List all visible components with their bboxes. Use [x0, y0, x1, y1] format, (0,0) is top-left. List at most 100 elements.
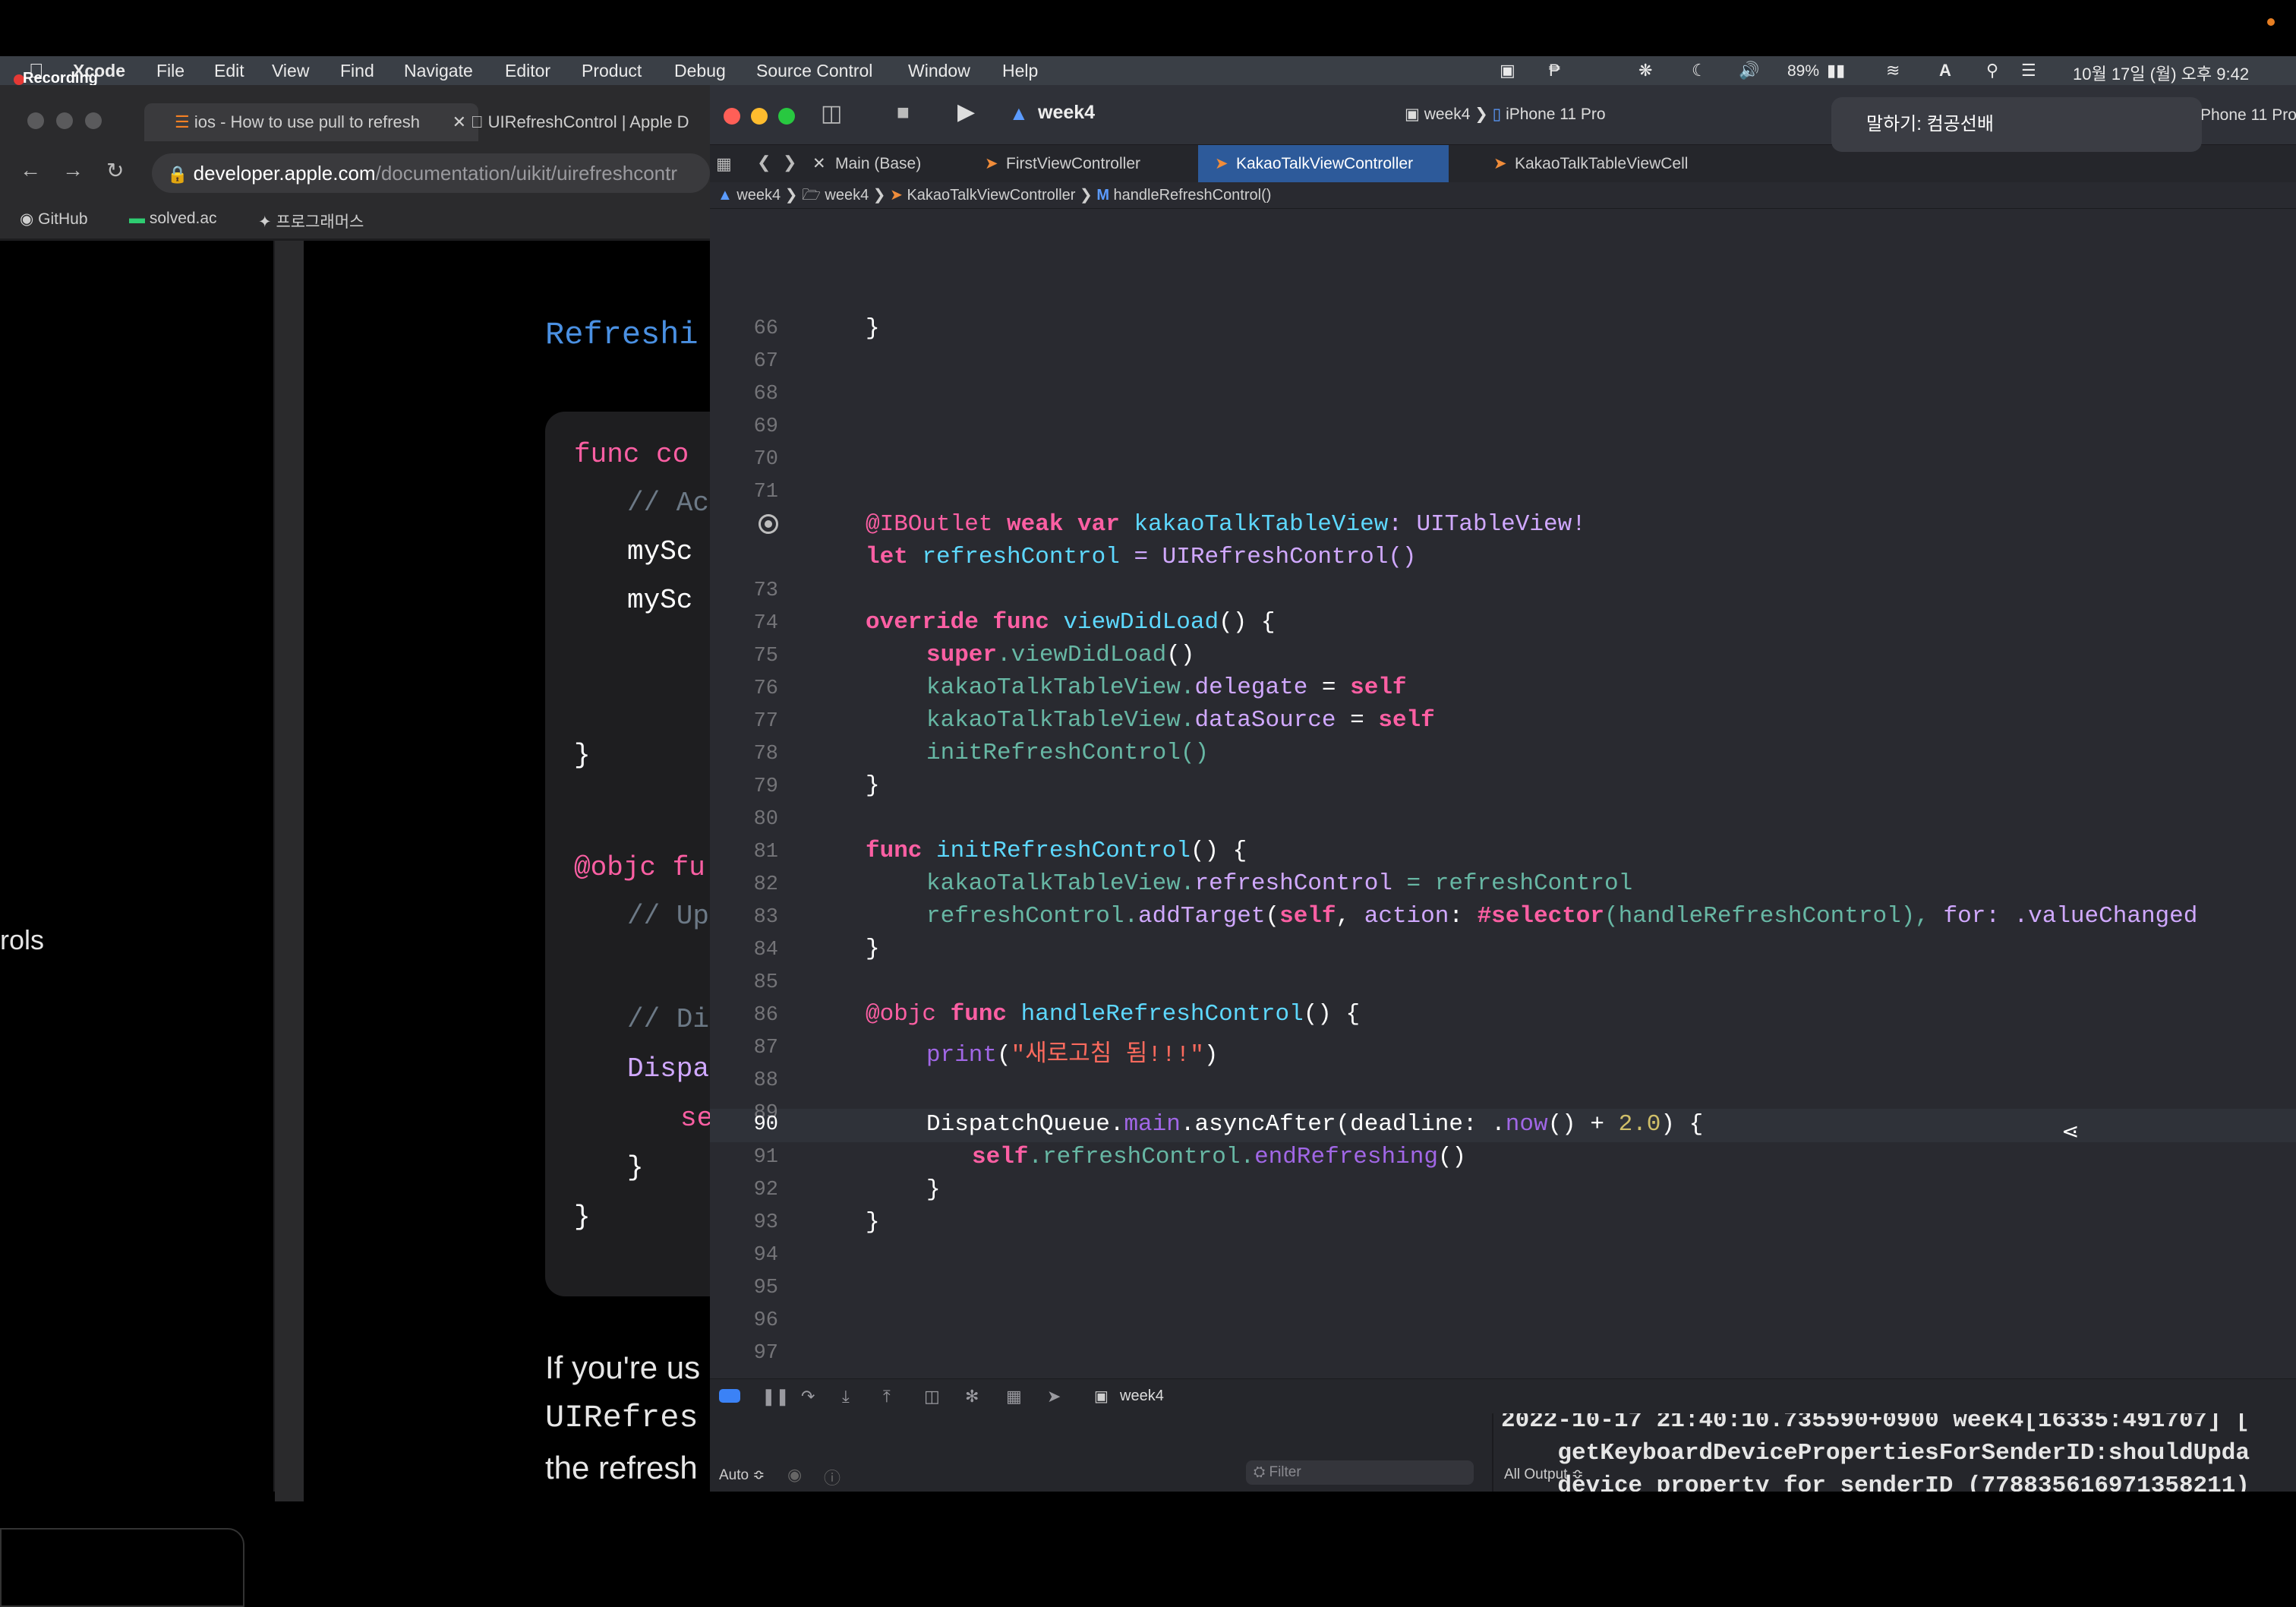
- auto-selector[interactable]: Auto ≎: [719, 1467, 765, 1484]
- nav-back-icon[interactable]: ❮: [757, 153, 771, 172]
- moon-icon[interactable]: ☾: [1692, 61, 1707, 81]
- close-icon[interactable]: ✕: [453, 103, 466, 141]
- step-out-icon[interactable]: ⤒: [883, 1387, 891, 1407]
- menu-editor[interactable]: Editor: [505, 61, 550, 81]
- code-line: refreshControl.addTarget(self, action: #…: [926, 903, 2197, 930]
- doc-code-line: func co: [574, 439, 689, 470]
- pause-icon[interactable]: ❚❚: [762, 1387, 790, 1407]
- memory-graph-icon[interactable]: ✻: [965, 1387, 979, 1407]
- menu-bar:  Recording Xcode File Edit View Find Na…: [0, 56, 2296, 87]
- forward-arrow-icon[interactable]: →: [62, 158, 84, 182]
- browser-zoom-button[interactable]: [85, 112, 102, 129]
- code-editor[interactable]: 66 67 68 69 70 71 73 74 75 76 77 78 79 8…: [710, 209, 2296, 1378]
- menu-product[interactable]: Product: [582, 61, 642, 81]
- menu-source-control[interactable]: Source Control: [756, 61, 872, 81]
- wifi-icon[interactable]: ≋: [1886, 61, 1900, 81]
- run-icon[interactable]: ▶: [957, 99, 975, 125]
- sidebar-text: rols: [0, 924, 45, 955]
- chevron-right-icon: ❯: [784, 187, 803, 204]
- step-over-icon[interactable]: ↷: [801, 1387, 815, 1407]
- menu-debug[interactable]: Debug: [674, 61, 726, 81]
- jump-bar-item[interactable]: week4: [736, 187, 781, 204]
- line-number: 94: [753, 1244, 778, 1267]
- browser-minimize-button[interactable]: [56, 112, 73, 129]
- code-line: print("새로고침 됨!!!"): [926, 1034, 1218, 1069]
- bookmark-programmers[interactable]: ✦ 프로그래머스: [258, 210, 364, 232]
- output-selector[interactable]: All Output ≎: [1504, 1466, 1584, 1483]
- scheme-name[interactable]: week4: [1038, 102, 1095, 124]
- window-layout-icon[interactable]: ▣: [1500, 61, 1515, 81]
- line-number: 67: [753, 350, 778, 373]
- navigator-toggle-icon[interactable]: ◫: [821, 100, 842, 127]
- back-arrow-icon[interactable]: ←: [20, 158, 41, 182]
- browser-address-row: ← → ↻ 🔒 developer.apple.com/documentatio…: [0, 147, 710, 200]
- sidebar-filter-box[interactable]: [0, 1528, 244, 1607]
- menu-app-name[interactable]: Xcode: [73, 61, 125, 81]
- folder-icon: 🗁: [802, 187, 825, 204]
- browser-tab-apple[interactable]:  UIRefreshControl | Apple D: [471, 103, 710, 141]
- project-icon: ▲: [718, 187, 733, 204]
- bug-icon[interactable]: ❋: [1638, 61, 1652, 81]
- code-token: :: [1449, 903, 1478, 930]
- jump-bar-item[interactable]: handleRefreshControl(): [1114, 187, 1272, 204]
- menu-find[interactable]: Find: [340, 61, 374, 81]
- nav-forward-icon[interactable]: ❯: [783, 153, 796, 172]
- storyboard-icon: ✕: [812, 155, 826, 172]
- filter-field[interactable]: ⛭ Filter: [1246, 1460, 1474, 1485]
- grid-icon[interactable]: ▦: [716, 154, 732, 174]
- search-icon[interactable]: ⚲: [1986, 61, 1998, 81]
- volume-icon[interactable]: 🔊: [1739, 61, 1759, 81]
- reload-icon[interactable]: ↻: [106, 158, 124, 183]
- doc-paragraph-line: the refresh: [545, 1450, 698, 1485]
- programmers-icon: ✦: [258, 213, 276, 231]
- code-token: kakaoTalkTableView.: [926, 870, 1195, 897]
- code-token: refreshControl: [1194, 870, 1392, 897]
- scheme-device-selector[interactable]: ▣ week4 ❯ ▯ iPhone 11 Pro: [1405, 100, 1606, 129]
- scheme-icon: ▣: [1405, 106, 1424, 123]
- stop-icon[interactable]: ■: [897, 100, 910, 125]
- keyboard-a-icon[interactable]: A: [1939, 61, 1951, 81]
- menu-edit[interactable]: Edit: [214, 61, 244, 81]
- menu-clock[interactable]: 10월 17일 (월) 오후 9:42: [2073, 61, 2249, 85]
- line-number: 78: [753, 743, 778, 766]
- battery-icon[interactable]: ▮▮: [1827, 61, 1845, 81]
- bookmark-github[interactable]: ◉ GitHub: [20, 210, 88, 229]
- code-token: ) {: [1660, 1111, 1704, 1138]
- github-icon: ◉: [20, 210, 39, 228]
- solvedac-icon: ▬: [129, 210, 150, 227]
- menu-navigate[interactable]: Navigate: [404, 61, 473, 81]
- tab-firstviewcontroller[interactable]: ➤ FirstViewController: [968, 145, 1163, 183]
- browser-close-button[interactable]: [27, 112, 44, 129]
- step-into-icon[interactable]: ⤓: [842, 1387, 850, 1407]
- view-hierarchy-icon[interactable]: ◫: [924, 1387, 940, 1407]
- menu-window[interactable]: Window: [908, 61, 970, 81]
- browser-tab-stackoverflow[interactable]: ☰ ios - How to use pull to refresh ✕: [144, 103, 478, 141]
- menu-help[interactable]: Help: [1002, 61, 1038, 81]
- tab-main-base[interactable]: ✕ Main (Base): [797, 145, 944, 183]
- menu-view[interactable]: View: [272, 61, 309, 81]
- xcode-close-button[interactable]: [724, 108, 740, 125]
- control-center-icon[interactable]: ☰: [2021, 61, 2036, 81]
- jump-bar-item[interactable]: KakaoTalkViewController: [907, 187, 1075, 204]
- tab-kakaotalktableviewcell[interactable]: ➤ KakaoTalkTableViewCell: [1477, 145, 1711, 183]
- eye-icon[interactable]: ◉: [787, 1465, 802, 1485]
- environment-icon[interactable]: ▦: [1006, 1387, 1022, 1407]
- jump-bar-item[interactable]: week4: [825, 187, 869, 204]
- menu-file[interactable]: File: [156, 61, 184, 81]
- breakpoints-toggle[interactable]: [719, 1389, 740, 1403]
- url-field[interactable]: 🔒 developer.apple.com/documentation/uiki…: [152, 153, 710, 193]
- info-icon[interactable]: ⓘ: [824, 1465, 840, 1489]
- line-number-gutter: 66 67 68 69 70 71 73 74 75 76 77 78 79 8…: [710, 209, 778, 1378]
- input-method-icon[interactable]: ₱: [1549, 61, 1560, 81]
- swift-icon: ➤: [1493, 155, 1507, 172]
- bookmark-solvedac[interactable]: ▬ solved.ac: [129, 210, 217, 228]
- xcode-minimize-button[interactable]: [751, 108, 768, 125]
- outlet-connection-icon[interactable]: [758, 514, 778, 534]
- line-number: 77: [753, 710, 778, 733]
- tab-kakaotalkviewcontroller[interactable]: ➤ KakaoTalkViewController: [1198, 145, 1449, 183]
- xcode-zoom-button[interactable]: [778, 108, 795, 125]
- code-line: DispatchQueue.main.asyncAfter(deadline: …: [926, 1111, 1703, 1138]
- console-output[interactable]: 2022-10-17 21:40:10.735590+0900 week4[16…: [1493, 1413, 2296, 1492]
- location-icon[interactable]: ➤: [1047, 1387, 1061, 1407]
- code-token: delegate: [1194, 674, 1308, 701]
